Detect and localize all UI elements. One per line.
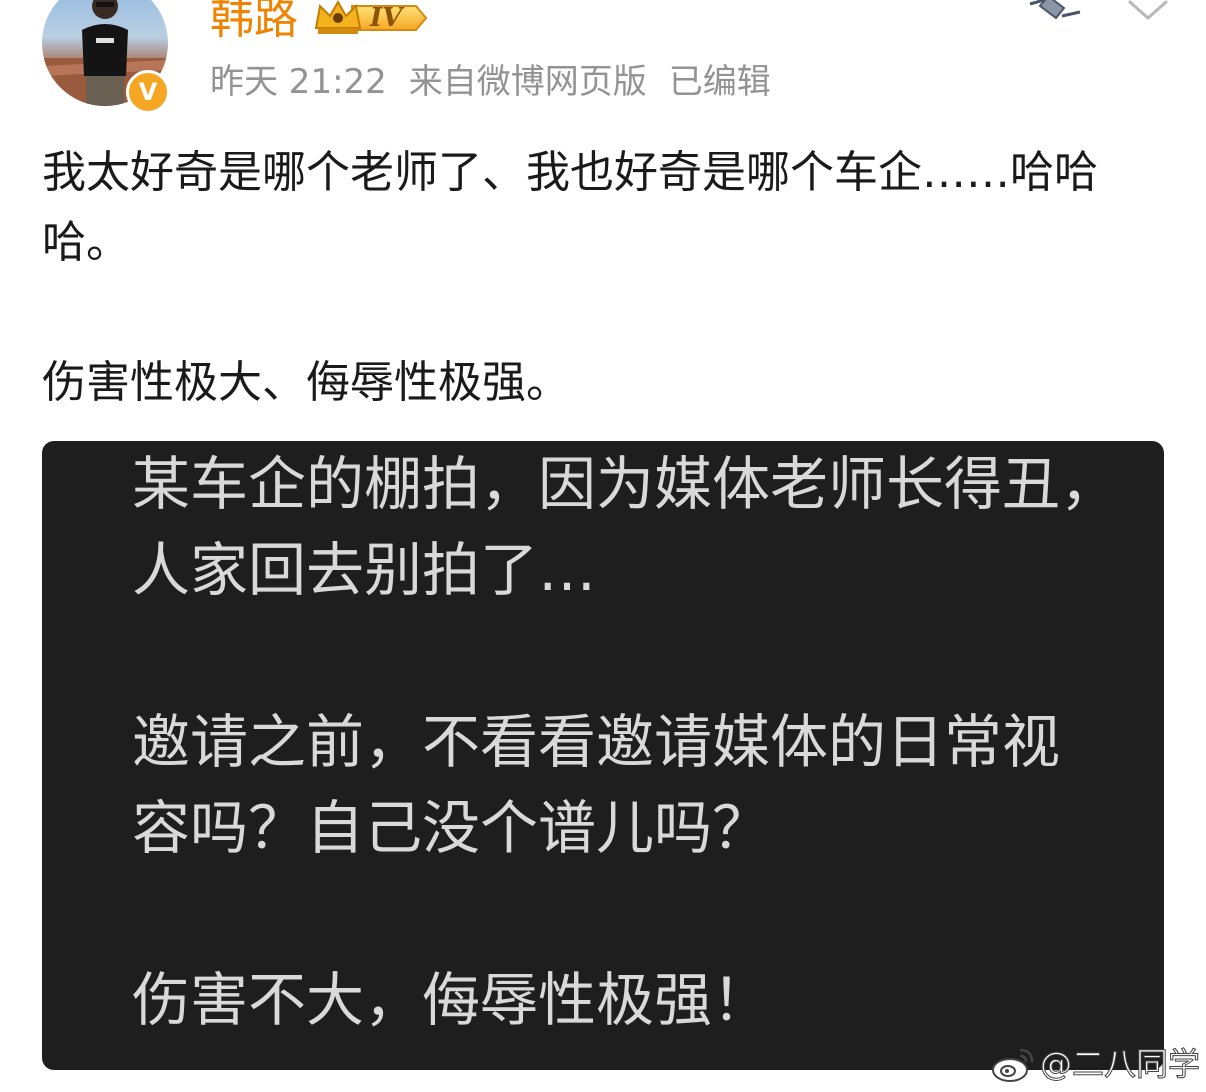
post-meta: 昨天 21:22 来自微博网页版 已编辑 [210, 60, 771, 104]
verified-v-badge-icon: V [126, 70, 170, 114]
post-paragraph: 我太好奇是哪个老师了、我也好奇是哪个车企……哈哈哈。 [42, 147, 1098, 268]
image-text-line: 容吗？自己没个谱儿吗？ [132, 794, 771, 862]
post-source[interactable]: 来自微博网页版 [409, 62, 647, 102]
chevron-down-icon[interactable] [1126, 0, 1170, 24]
author-name[interactable]: 韩路 [210, 0, 298, 46]
weibo-post-page: V 韩路 IV 昨天 21:22 来自微博网页版 已编辑 我太好奇是哪个老师了、… [0, 0, 1206, 1092]
image-text-line: 邀请之前，不看看邀请媒体的日常视 [132, 708, 1061, 776]
image-text-line: 人家回去别拍了… [132, 536, 597, 604]
post-paragraph: 伤害性极大、侮辱性极强。 [42, 357, 570, 408]
watermark-text: @二八同学 [1039, 1045, 1201, 1084]
post-time: 昨天 21:22 [210, 62, 387, 102]
level-label: IV [370, 3, 403, 33]
edited-label[interactable]: 已编辑 [669, 62, 771, 102]
image-text-line: 某车企的棚拍，因为媒体老师长得丑， [132, 450, 1119, 518]
weibo-logo-icon [992, 1048, 1034, 1082]
post-body: 我太好奇是哪个老师了、我也好奇是哪个车企……哈哈哈。 伤害性极大、侮辱性极强。 [42, 138, 1152, 418]
watermark: @二八同学 [990, 1042, 1201, 1086]
crown-level-icon[interactable]: IV [312, 0, 428, 36]
image-text-block: 某车企的棚拍，因为媒体老师长得丑， 人家回去别拍了… 邀请之前，不看看邀请媒体的… [132, 441, 1164, 1043]
post-image[interactable]: 某车企的棚拍，因为媒体老师长得丑， 人家回去别拍了… 邀请之前，不看看邀请媒体的… [42, 441, 1164, 1070]
satellite-icon [1026, 0, 1086, 22]
image-text-line: 伤害不大，侮辱性极强！ [132, 966, 771, 1034]
